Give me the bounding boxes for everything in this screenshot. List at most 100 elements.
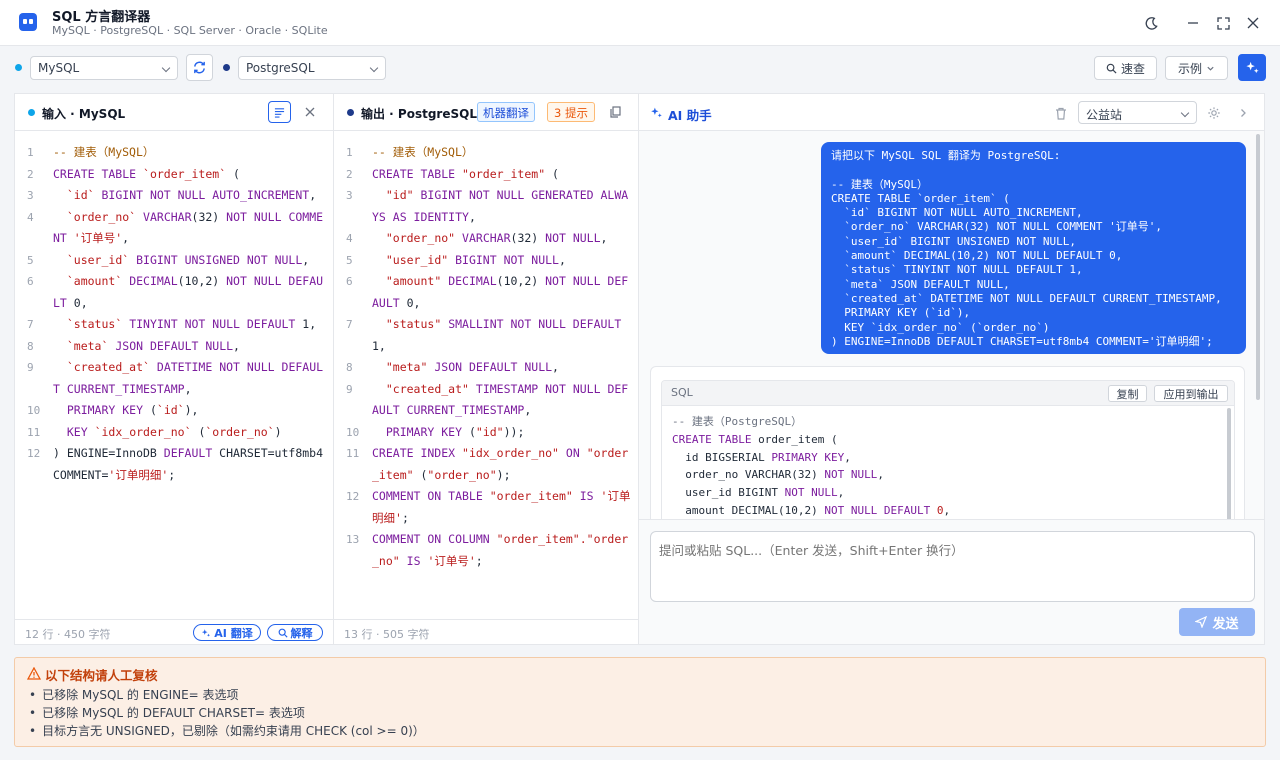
quick-reference-button[interactable]: 速查 <box>1094 56 1157 80</box>
output-status-dot <box>347 109 354 116</box>
hints-badge[interactable]: 3 提示 <box>547 102 595 122</box>
copy-code-button[interactable]: 复制 <box>1108 385 1147 402</box>
code-line: 11 CREATE INDEX "idx_order_no" ON "order_… <box>334 443 638 486</box>
quick-reference-label: 速查 <box>1120 61 1145 76</box>
provider-select[interactable]: 公益站 <box>1078 101 1197 124</box>
code-text: -- 建表（MySQL） <box>372 145 474 159</box>
reply-code-line: user_id BIGINT NOT NULL, <box>672 486 845 500</box>
title-bar: SQL 方言翻译器 MySQL · PostgreSQL · SQL Serve… <box>0 0 1280 46</box>
sparkle-icon <box>651 107 662 118</box>
output-code-viewer[interactable]: 1 -- 建表（MySQL） 2 CREATE TABLE "order_item" … <box>334 142 638 572</box>
close-window-icon[interactable] <box>1243 13 1263 33</box>
ai-translate-label: AI 翻译 <box>214 626 253 640</box>
code-line: 5 "user_id" BIGINT NOT NULL, <box>334 250 638 272</box>
chevron-down-icon <box>161 63 171 73</box>
code-line: 13 COMMENT ON COLUMN "order_item"."order_… <box>334 529 638 572</box>
examples-label: 示例 <box>1177 61 1202 76</box>
reply-code-line: -- 建表（PostgreSQL） <box>672 415 803 428</box>
collapse-panel-chevron-icon[interactable] <box>1233 103 1253 123</box>
code-text: CREATE TABLE "order_item" ( <box>372 166 559 181</box>
search-icon <box>278 628 288 638</box>
explain-button[interactable]: 解释 <box>267 624 323 641</box>
source-dialect-value: MySQL <box>38 61 80 75</box>
gear-icon[interactable] <box>1204 103 1224 123</box>
code-text: PRIMARY KEY ("id")); <box>385 424 525 439</box>
send-label: 发送 <box>1212 616 1239 632</box>
code-line: 9 "created_at" TIMESTAMP NOT NULL DEFAUL… <box>334 379 638 422</box>
ai-assistant-panel: AI 助手 公益站 请把以下 MySQL SQL 翻译为 PostgreSQL:… <box>638 93 1265 645</box>
line-number: 5 <box>27 253 34 267</box>
code-text: `created_at` DATETIME NOT NULL DEFAULT C… <box>53 360 324 396</box>
code-text: COMMENT ON TABLE "order_item" IS '订单明细'; <box>372 489 631 525</box>
copy-output-icon[interactable] <box>605 102 625 122</box>
ai-panel-header: AI 助手 公益站 <box>639 94 1264 131</box>
target-dialect-value: PostgreSQL <box>246 61 315 75</box>
target-dialect-select[interactable]: PostgreSQL <box>238 56 386 80</box>
ai-translate-button[interactable]: AI 翻译 <box>193 624 261 641</box>
line-number: 4 <box>346 232 353 245</box>
input-panel-header: 输入 · MySQL <box>15 94 333 131</box>
code-line: 7 "status" SMALLINT NOT NULL DEFAULT 1, <box>334 314 638 357</box>
output-panel: 输出 · PostgreSQL 机器翻译 3 提示 1 -- 建表（MySQL） 2… <box>333 93 639 645</box>
input-stats: 12 行 · 450 字符 <box>25 628 111 641</box>
code-text: CREATE INDEX "idx_order_no" ON "order_it… <box>372 446 629 482</box>
user-message-bubble: 请把以下 MySQL SQL 翻译为 PostgreSQL: -- 建表（MyS… <box>821 142 1246 354</box>
line-number: 2 <box>346 167 353 181</box>
reply-code-line: amount DECIMAL(10,2) NOT NULL DEFAULT 0, <box>672 503 951 517</box>
maximize-icon[interactable] <box>1213 13 1233 33</box>
review-title: 以下结构请人工复核 <box>45 668 158 683</box>
provider-value: 公益站 <box>1086 108 1123 122</box>
line-number: 3 <box>346 189 353 202</box>
code-block-header: SQL 复制 应用到输出 <box>662 381 1234 406</box>
input-code-editor[interactable]: 1 -- 建表（MySQL） 2 CREATE TABLE `order_item` … <box>15 142 333 486</box>
chevron-down-icon <box>1180 108 1190 118</box>
apply-to-output-button[interactable]: 应用到输出 <box>1154 385 1228 402</box>
reply-code-body: -- 建表（PostgreSQL） CREATE TABLE order_item… <box>662 406 1234 525</box>
reply-code-line: id BIGSERIAL PRIMARY KEY, <box>672 450 851 464</box>
code-line: 1 -- 建表（MySQL） <box>15 142 333 164</box>
swap-dialects-button[interactable] <box>186 54 213 81</box>
ai-chat-input[interactable] <box>650 531 1255 602</box>
code-line: 12 COMMENT ON TABLE "order_item" IS '订单明细… <box>334 486 638 529</box>
code-text: ) ENGINE=InnoDB DEFAULT CHARSET=utf8mb4 … <box>53 446 330 482</box>
output-stats: 13 行 · 505 字符 <box>344 628 430 641</box>
app-subtitle: MySQL · PostgreSQL · SQL Server · Oracle… <box>52 24 328 37</box>
code-line: 4 "order_no" VARCHAR(32) NOT NULL, <box>334 228 638 250</box>
code-line: 5 `user_id` BIGINT UNSIGNED NOT NULL, <box>15 250 333 272</box>
dialect-toolbar: MySQL PostgreSQL 速查 示例 <box>0 47 1280 91</box>
code-line: 7 `status` TINYINT NOT NULL DEFAULT 1, <box>15 314 333 336</box>
examples-dropdown[interactable]: 示例 <box>1165 56 1228 80</box>
line-number: 10 <box>346 425 360 439</box>
code-text: `order_no` VARCHAR(32) NOT NULL COMMENT … <box>53 209 324 246</box>
theme-toggle-moon-icon[interactable] <box>1141 13 1161 33</box>
line-number: 1 <box>346 146 353 159</box>
format-lines-icon <box>274 107 285 118</box>
line-number: 9 <box>27 361 34 374</box>
chat-scrollbar[interactable] <box>1256 134 1260 400</box>
ai-assistant-toggle-button[interactable] <box>1238 54 1266 81</box>
code-text: CREATE TABLE `order_item` ( <box>53 166 240 181</box>
output-panel-header: 输出 · PostgreSQL 机器翻译 3 提示 <box>334 94 638 131</box>
review-item: 已移除 MySQL 的 ENGINE= 表选项 <box>29 686 238 703</box>
send-button[interactable]: 发送 <box>1179 608 1255 636</box>
line-number: 10 <box>27 404 41 417</box>
line-number: 6 <box>346 275 353 288</box>
format-button[interactable] <box>268 101 291 123</box>
code-text: -- 建表（MySQL） <box>53 145 155 159</box>
review-item: 目标方言无 UNSIGNED，已剔除（如需约束请用 CHECK (col >= … <box>29 722 425 739</box>
code-block-scrollbar[interactable] <box>1227 408 1231 525</box>
line-number: 8 <box>27 339 34 353</box>
minimize-icon[interactable] <box>1183 13 1203 33</box>
code-line: 12) ENGINE=InnoDB DEFAULT CHARSET=utf8mb… <box>15 443 333 486</box>
reply-code-line: CREATE TABLE order_item ( <box>672 432 838 446</box>
clear-input-icon[interactable] <box>300 102 320 122</box>
code-line: 1 -- 建表（MySQL） <box>334 142 638 164</box>
reply-code-block: SQL 复制 应用到输出 -- 建表（PostgreSQL） CREATE TAB… <box>661 380 1235 525</box>
code-line: 6 `amount` DECIMAL(10,2) NOT NULL DEFAUL… <box>15 271 333 314</box>
manual-review-notice: 以下结构请人工复核 已移除 MySQL 的 ENGINE= 表选项 已移除 My… <box>14 657 1266 747</box>
code-text: KEY `idx_order_no` (`order_no`) <box>66 424 282 439</box>
trash-icon[interactable] <box>1051 103 1071 123</box>
source-dialect-select[interactable]: MySQL <box>30 56 178 80</box>
code-text: `id` BIGINT NOT NULL AUTO_INCREMENT, <box>66 188 317 202</box>
code-line: 10 PRIMARY KEY (`id`), <box>15 400 333 422</box>
